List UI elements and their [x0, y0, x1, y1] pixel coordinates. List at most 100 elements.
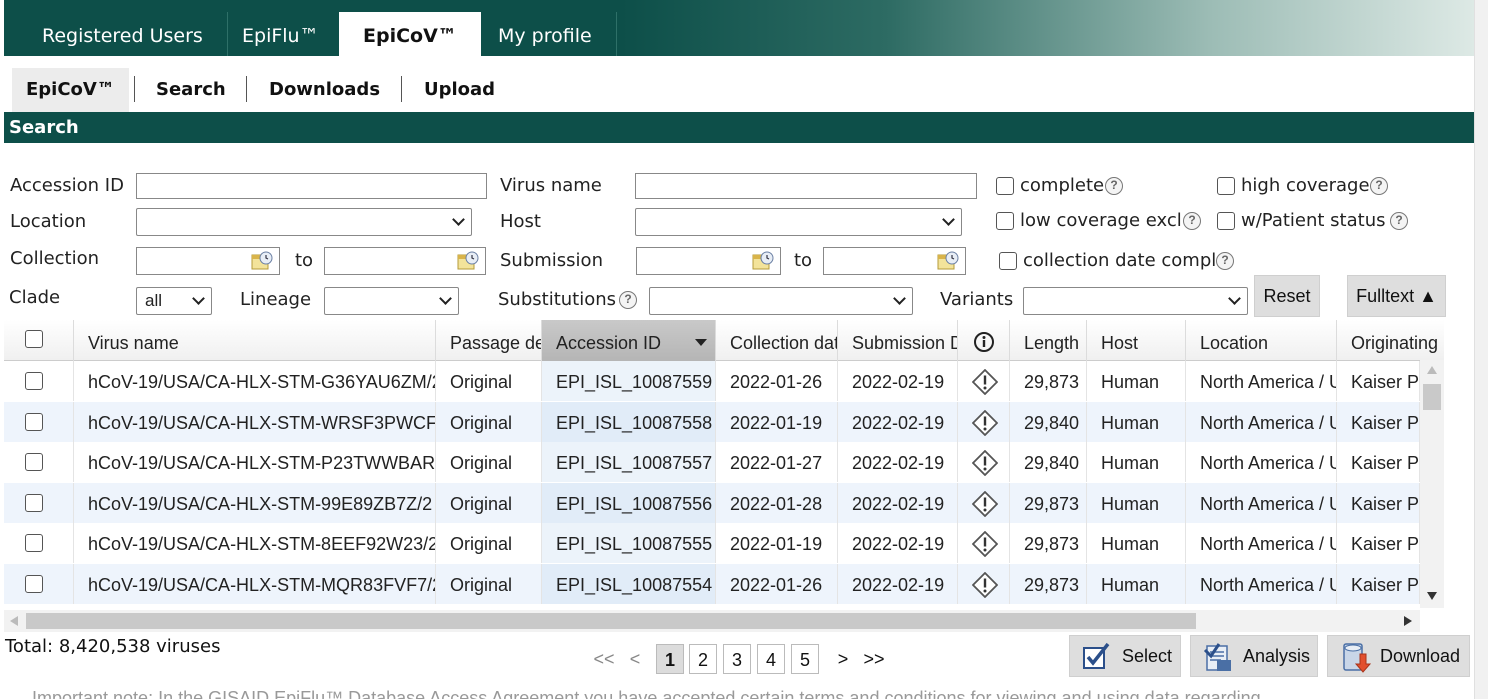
complete-checkbox[interactable]: [996, 177, 1014, 195]
column-header-passage[interactable]: Passage de: [436, 320, 542, 361]
reset-button[interactable]: Reset: [1254, 275, 1320, 317]
cell-info[interactable]: [958, 401, 1010, 442]
table-header: Virus name Passage de Accession ID Colle…: [4, 320, 1444, 361]
pager-page-1[interactable]: 1: [656, 644, 684, 674]
table-row[interactable]: hCoV-19/USA/CA-HLX-STM-P23TWWBAR Original…: [4, 442, 1420, 483]
cell-passage: Original: [436, 442, 542, 483]
high-coverage-checkbox[interactable]: [1217, 177, 1235, 195]
horizontal-scroll-thumb[interactable]: [26, 613, 1196, 629]
pager-next[interactable]: >: [834, 644, 852, 674]
warning-diamond-icon[interactable]: [972, 572, 998, 598]
patient-status-checkbox[interactable]: [1217, 212, 1235, 230]
pager-last[interactable]: >>: [862, 644, 886, 674]
calendar-icon[interactable]: [752, 251, 774, 271]
location-select[interactable]: [136, 208, 472, 236]
row-checkbox[interactable]: [25, 534, 43, 553]
horizontal-scrollbar[interactable]: [4, 610, 1420, 632]
cell-originating: Kaiser P: [1337, 564, 1420, 604]
subtab-upload[interactable]: Upload: [424, 68, 495, 112]
calendar-icon[interactable]: [937, 251, 959, 271]
subtab-downloads[interactable]: Downloads: [269, 68, 380, 112]
warning-diamond-icon[interactable]: [972, 450, 998, 477]
row-checkbox[interactable]: [25, 412, 43, 431]
clade-select[interactable]: all: [136, 287, 212, 315]
row-checkbox[interactable]: [25, 575, 43, 593]
warning-diamond-icon[interactable]: [972, 531, 998, 558]
column-header-accession-id[interactable]: Accession ID: [542, 320, 716, 361]
calendar-icon[interactable]: [457, 251, 479, 271]
warning-diamond-icon[interactable]: [972, 409, 998, 436]
scroll-up-icon[interactable]: [1427, 366, 1437, 374]
pager-page-4[interactable]: 4: [757, 644, 785, 674]
pager-page-3[interactable]: 3: [723, 644, 751, 674]
tab-epicov[interactable]: EpiCoV™: [339, 12, 481, 56]
help-icon[interactable]: ?: [1370, 177, 1388, 195]
low-coverage-checkbox[interactable]: [996, 212, 1014, 230]
help-icon[interactable]: ?: [1216, 252, 1234, 270]
scroll-right-icon[interactable]: [1404, 616, 1412, 626]
submission-to-input[interactable]: [823, 247, 966, 275]
cell-info[interactable]: [958, 523, 1010, 564]
column-header-location[interactable]: Location: [1186, 320, 1337, 361]
tab-epiflu[interactable]: EpiFlu™: [218, 12, 344, 56]
collection-date-complete-checkbox[interactable]: [999, 252, 1017, 270]
table-row[interactable]: hCoV-19/USA/CA-HLX-STM-8EEF92W23/2 Origin…: [4, 523, 1420, 564]
cell-info[interactable]: [958, 442, 1010, 483]
vertical-scrollbar[interactable]: [1420, 360, 1444, 608]
tab-registered-users[interactable]: Registered Users: [18, 12, 228, 56]
help-icon[interactable]: ?: [1183, 212, 1201, 230]
help-icon[interactable]: ?: [1105, 177, 1123, 195]
column-header-submission-date[interactable]: Submission D: [838, 320, 958, 361]
column-header-originating[interactable]: Originating: [1337, 320, 1444, 361]
warning-diamond-icon[interactable]: [972, 490, 998, 517]
scroll-left-icon[interactable]: [10, 616, 18, 626]
lineage-select[interactable]: [324, 287, 459, 315]
cell-accession-id: EPI_ISL_10087555: [542, 523, 716, 564]
column-header-info[interactable]: [958, 320, 1010, 361]
pager-page-5[interactable]: 5: [791, 644, 819, 674]
scroll-down-icon[interactable]: [1427, 592, 1437, 600]
column-header-collection-date[interactable]: Collection dat: [716, 320, 838, 361]
tab-my-profile[interactable]: My profile: [474, 12, 617, 56]
column-header-length[interactable]: Length: [1010, 320, 1087, 361]
variants-select[interactable]: [1023, 287, 1248, 315]
subtab-epicov[interactable]: EpiCoV™: [12, 68, 129, 112]
virus-name-input[interactable]: [635, 173, 977, 199]
analysis-button-label: Analysis: [1243, 646, 1311, 666]
column-header-virus-name[interactable]: Virus name: [74, 320, 436, 361]
collection-from-input[interactable]: [136, 247, 280, 275]
cell-submission-date: 2022-02-19: [838, 361, 958, 401]
select-all-checkbox[interactable]: [25, 330, 43, 348]
chevron-down-icon: [1228, 292, 1241, 305]
table-row[interactable]: hCoV-19/USA/CA-HLX-STM-99E89ZB7Z/2 Origin…: [4, 482, 1420, 523]
pager-prev[interactable]: <: [626, 644, 644, 674]
column-header-host[interactable]: Host: [1087, 320, 1186, 361]
help-icon[interactable]: ?: [619, 291, 637, 309]
table-row[interactable]: hCoV-19/USA/CA-HLX-STM-MQR83FVF7/2 Origin…: [4, 564, 1420, 604]
row-checkbox[interactable]: [25, 372, 43, 390]
calendar-icon[interactable]: [251, 251, 273, 271]
subtab-separator: [246, 76, 247, 102]
analysis-button[interactable]: Analysis: [1190, 635, 1318, 677]
cell-info[interactable]: [958, 361, 1010, 401]
select-button[interactable]: Select: [1069, 635, 1181, 677]
substitutions-select[interactable]: [649, 287, 913, 315]
pager-page-2[interactable]: 2: [689, 644, 717, 674]
table-row[interactable]: hCoV-19/USA/CA-HLX-STM-G36YAU6ZM/2 Origin…: [4, 361, 1420, 401]
row-checkbox[interactable]: [25, 493, 43, 512]
table-row[interactable]: hCoV-19/USA/CA-HLX-STM-WRSF3PWCF Original…: [4, 401, 1420, 442]
accession-id-input[interactable]: [136, 173, 487, 199]
help-icon[interactable]: ?: [1390, 212, 1408, 230]
subtab-search[interactable]: Search: [156, 68, 226, 112]
collection-to-input[interactable]: [324, 247, 486, 275]
row-checkbox[interactable]: [25, 453, 43, 472]
submission-from-input[interactable]: [636, 247, 781, 275]
fulltext-button[interactable]: Fulltext ▲: [1347, 275, 1446, 317]
host-select[interactable]: [635, 208, 962, 236]
pager-first[interactable]: <<: [592, 644, 616, 674]
warning-diamond-icon[interactable]: [972, 369, 998, 395]
cell-info[interactable]: [958, 482, 1010, 523]
download-button[interactable]: Download: [1327, 635, 1470, 677]
vertical-scroll-thumb[interactable]: [1423, 384, 1441, 410]
cell-info[interactable]: [958, 564, 1010, 604]
